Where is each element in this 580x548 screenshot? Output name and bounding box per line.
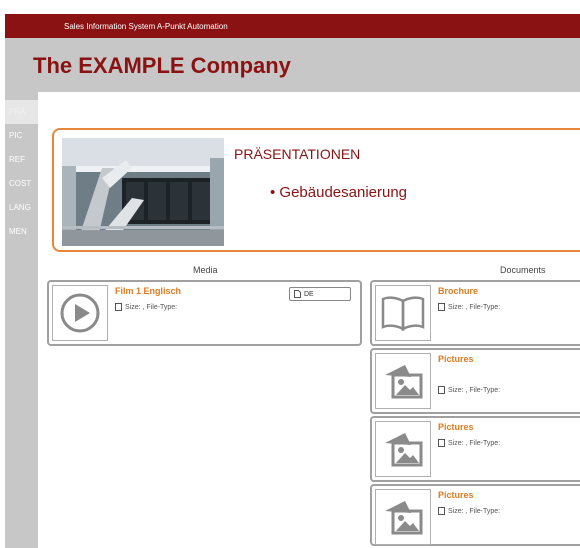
document-thumbnail[interactable] (375, 489, 431, 545)
section-title: PRÄSENTATIONEN (234, 146, 361, 162)
document-meta: Size: , File-Type: (438, 507, 500, 515)
media-thumbnail[interactable] (52, 285, 108, 341)
document-thumbnail[interactable] (375, 285, 431, 341)
document-meta: Size: , File-Type: (438, 386, 500, 394)
language-label: DE (304, 290, 314, 298)
sidebar-nav: PRÄ PIC REF COST LANG MEN (5, 92, 38, 548)
media-meta-text: Size: , File-Type: (125, 303, 178, 311)
file-icon (115, 303, 122, 311)
language-button[interactable]: DE (289, 287, 351, 301)
bullet-text: Gebäudesanierung (279, 184, 408, 201)
document-card[interactable]: Brochure Size: , File-Type: (370, 280, 580, 346)
document-title[interactable]: Pictures (438, 354, 474, 364)
sidebar-item-men[interactable]: MEN (5, 220, 38, 244)
sidebar-item-ref[interactable]: REF (5, 148, 38, 172)
document-title[interactable]: Pictures (438, 490, 474, 500)
document-thumbnail[interactable] (375, 421, 431, 477)
media-card[interactable]: Film 1 Englisch Size: , File-Type: DE (47, 280, 362, 346)
file-icon (438, 303, 445, 311)
document-meta-text: Size: , File-Type: (448, 439, 501, 447)
document-thumbnail[interactable] (375, 353, 431, 409)
file-icon (438, 386, 445, 394)
document-title[interactable]: Pictures (438, 422, 474, 432)
media-title[interactable]: Film 1 Englisch (115, 286, 181, 296)
presentation-banner: PRÄSENTATIONEN • Gebäudesanierung (52, 128, 580, 252)
media-meta: Size: , File-Type: (115, 303, 177, 311)
document-meta-text: Size: , File-Type: (448, 507, 501, 515)
company-name: The EXAMPLE Company (33, 53, 291, 78)
sidebar-item-pic[interactable]: PIC (5, 124, 38, 148)
file-icon (438, 507, 445, 515)
bullet-item: • Gebäudesanierung (270, 184, 408, 201)
document-meta: Size: , File-Type: (438, 439, 500, 447)
file-icon (294, 290, 301, 298)
file-icon (438, 439, 445, 447)
document-card[interactable]: Pictures Size: , File-Type: (370, 416, 580, 482)
play-icon (60, 293, 100, 333)
sidebar-item-cost[interactable]: COST (5, 172, 38, 196)
picture-icon (385, 365, 423, 399)
system-title-bar: Sales Information System A-Punkt Automat… (5, 14, 580, 38)
book-icon (381, 296, 425, 332)
sidebar-item-lang[interactable]: LANG (5, 196, 38, 220)
document-title[interactable]: Brochure (438, 286, 478, 296)
system-title: Sales Information System A-Punkt Automat… (64, 21, 228, 31)
sidebar-item-pra[interactable]: PRÄ (5, 100, 38, 124)
brand-bar: The EXAMPLE Company (5, 38, 580, 92)
media-heading: Media (193, 265, 218, 275)
picture-icon (385, 501, 423, 535)
document-meta-text: Size: , File-Type: (448, 386, 501, 394)
documents-heading: Documents (500, 265, 546, 275)
document-meta: Size: , File-Type: (438, 303, 500, 311)
building-photo (62, 138, 224, 246)
picture-icon (385, 433, 423, 467)
document-card[interactable]: Pictures Size: , File-Type: (370, 348, 580, 414)
document-meta-text: Size: , File-Type: (448, 303, 501, 311)
document-card[interactable]: Pictures Size: , File-Type: (370, 484, 580, 546)
